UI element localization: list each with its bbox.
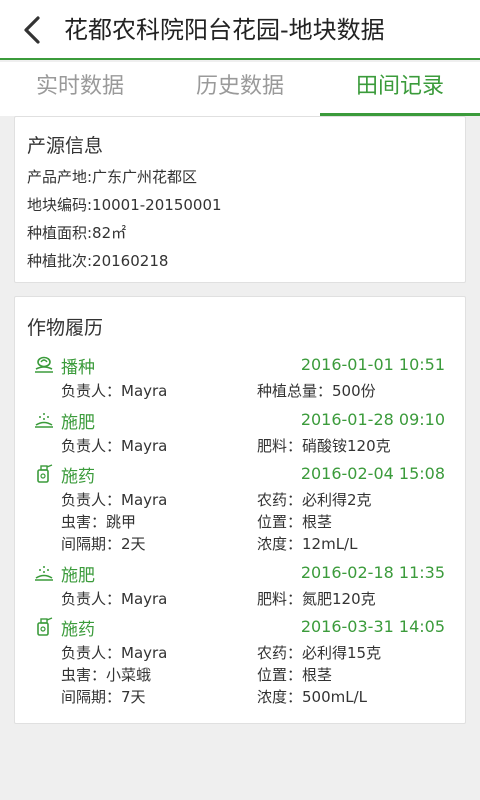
record-field: 位置：根茎 bbox=[257, 513, 333, 531]
record-type: 施药 bbox=[61, 620, 95, 640]
origin-plot-code: 地块编码:10001-20150001 bbox=[27, 196, 222, 214]
record-field: 浓度：12mL/L bbox=[257, 535, 358, 553]
record-field: 负责人：Mayra bbox=[61, 644, 168, 662]
record-field: 间隔期：7天 bbox=[61, 688, 146, 706]
fertilizer-icon bbox=[35, 413, 53, 428]
record-field: 负责人：Mayra bbox=[61, 590, 168, 608]
record-field: 负责人：Mayra bbox=[61, 382, 168, 400]
fertilizer-icon bbox=[35, 566, 53, 581]
tab-field-records[interactable]: 田间记录 bbox=[320, 62, 480, 116]
record-type: 施肥 bbox=[61, 566, 95, 586]
record-type: 播种 bbox=[61, 358, 95, 378]
record-time: 2016-02-04 15:08 bbox=[300, 464, 445, 483]
record-field: 虫害：小菜蛾 bbox=[61, 666, 152, 684]
spray-icon bbox=[37, 464, 53, 483]
app-header: 花都农科院阳台花园-地块数据 bbox=[0, 0, 480, 60]
record-field: 虫害：跳甲 bbox=[61, 513, 137, 531]
record-field: 农药：必利得2克 bbox=[257, 491, 372, 509]
record-field: 种植总量：500份 bbox=[257, 382, 376, 400]
tab-bar: 实时数据 历史数据 田间记录 bbox=[0, 62, 480, 116]
chevron-left-icon bbox=[24, 16, 40, 44]
record-field: 负责人：Mayra bbox=[61, 437, 168, 455]
origin-batch: 种植批次:20160218 bbox=[27, 252, 169, 270]
record-field: 农药：必利得15克 bbox=[257, 644, 382, 662]
origin-location: 产品产地:广东广州花都区 bbox=[27, 168, 198, 186]
record-time: 2016-01-01 10:51 bbox=[300, 355, 445, 374]
page-title: 花都农科院阳台花园-地块数据 bbox=[64, 16, 385, 44]
origin-info-card: 产源信息 产品产地:广东广州花都区 地块编码:10001-20150001 种植… bbox=[14, 116, 466, 283]
crop-history-card: 作物履历 播种 2016-01-01 10:51 负责人：Mayra 种植总量：… bbox=[14, 296, 466, 724]
record-time: 2016-03-31 14:05 bbox=[300, 617, 445, 636]
record-field: 肥料：硝酸铵120克 bbox=[257, 437, 391, 455]
record-field: 间隔期：2天 bbox=[61, 535, 146, 553]
record-field: 负责人：Mayra bbox=[61, 491, 168, 509]
record-time: 2016-01-28 09:10 bbox=[300, 410, 445, 429]
origin-area: 种植面积:82㎡ bbox=[27, 224, 127, 242]
tab-history-data[interactable]: 历史数据 bbox=[160, 62, 320, 116]
record-field: 浓度：500mL/L bbox=[257, 688, 368, 706]
back-button[interactable] bbox=[14, 12, 50, 48]
record-field: 肥料：氮肥120克 bbox=[257, 590, 376, 608]
crop-history-title: 作物履历 bbox=[27, 317, 104, 339]
seed-icon bbox=[35, 356, 53, 373]
record-time: 2016-02-18 11:35 bbox=[300, 563, 445, 582]
record-type: 施肥 bbox=[61, 413, 95, 433]
origin-info-title: 产源信息 bbox=[27, 135, 104, 157]
record-type: 施药 bbox=[61, 467, 95, 487]
tab-realtime-data[interactable]: 实时数据 bbox=[0, 62, 160, 116]
spray-icon bbox=[37, 617, 53, 636]
record-field: 位置：根茎 bbox=[257, 666, 333, 684]
